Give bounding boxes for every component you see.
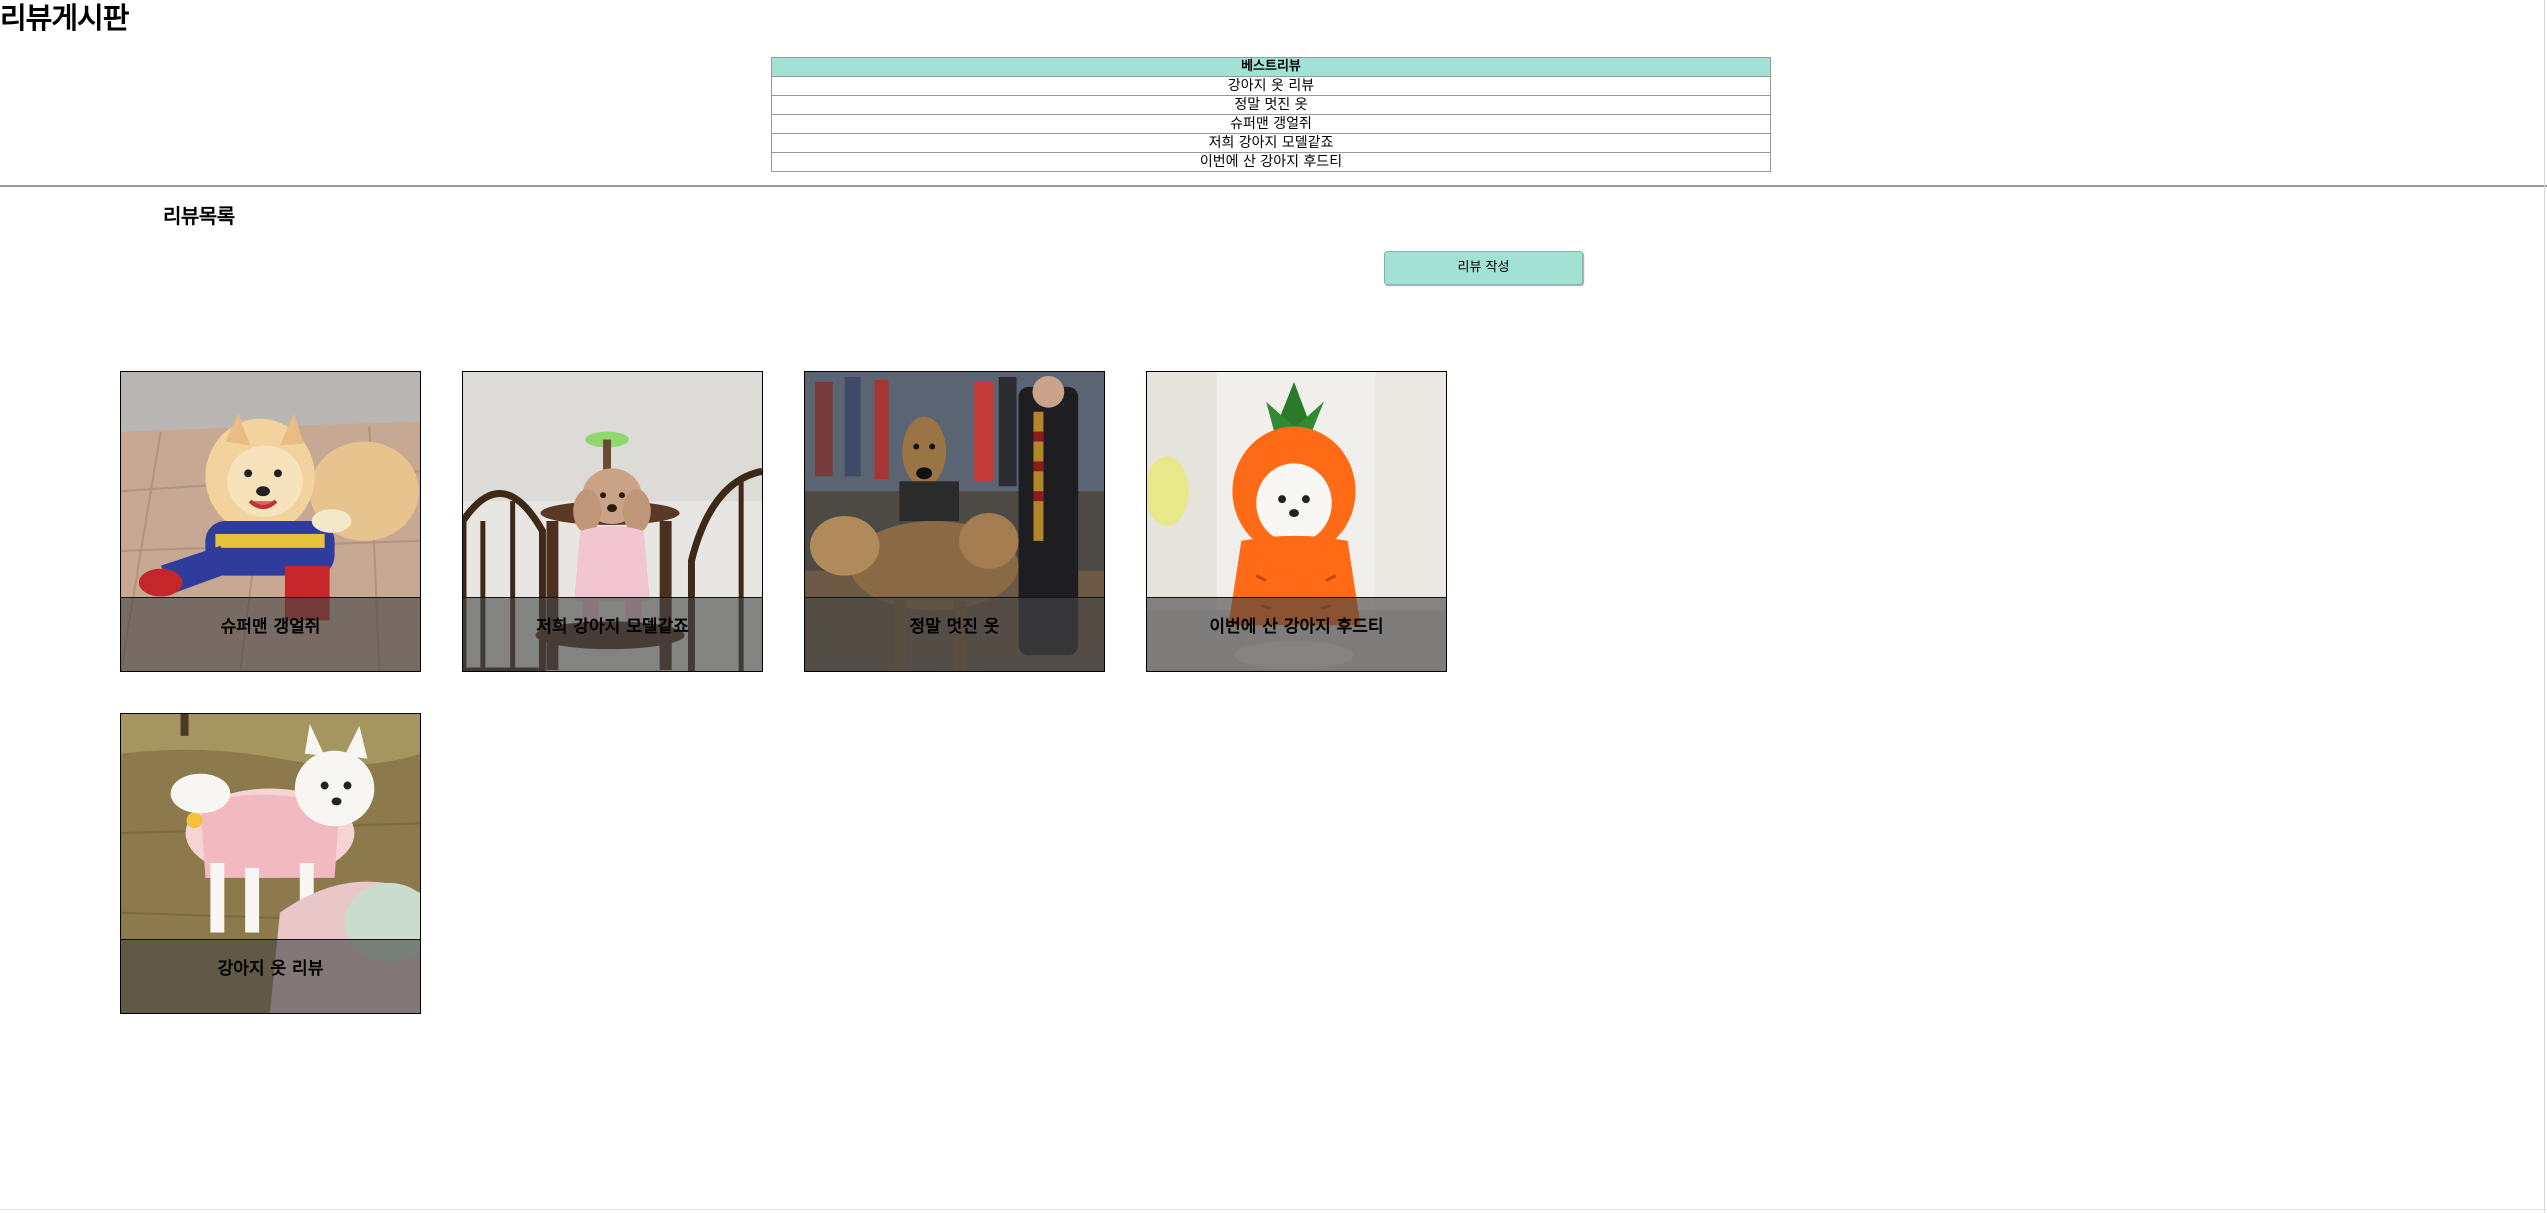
best-reviews-table: 베스트리뷰 강아지 옷 리뷰 정말 멋진 옷 슈퍼맨 갱얼쥐 저희 강아지 모델… <box>771 57 1771 172</box>
window-bottom-edge <box>0 1209 2547 1210</box>
best-review-item[interactable]: 저희 강아지 모델같죠 <box>771 133 1771 153</box>
best-review-item[interactable]: 강아지 옷 리뷰 <box>771 76 1771 96</box>
card-caption: 이번에 산 강아지 후드티 <box>1147 597 1446 671</box>
card-caption: 정말 멋진 옷 <box>805 597 1104 671</box>
review-card-hoodie[interactable]: 이번에 산 강아지 후드티 <box>1146 371 1447 672</box>
card-caption: 슈퍼맨 갱얼쥐 <box>121 597 420 671</box>
review-card-dog-clothes[interactable]: 강아지 옷 리뷰 <box>120 713 421 1014</box>
write-review-button[interactable]: 리뷰 작성 <box>1384 251 1583 285</box>
best-review-item[interactable]: 슈퍼맨 갱얼쥐 <box>771 114 1771 134</box>
review-card-cool-outfit[interactable]: 정말 멋진 옷 <box>804 371 1105 672</box>
review-card-model-dog[interactable]: 저희 강아지 모델같죠 <box>462 371 763 672</box>
section-divider <box>0 185 2547 187</box>
card-caption: 저희 강아지 모델같죠 <box>463 597 762 671</box>
best-reviews-heading: 베스트리뷰 <box>771 57 1771 77</box>
card-caption: 강아지 옷 리뷰 <box>121 939 420 1013</box>
best-review-item[interactable]: 이번에 산 강아지 후드티 <box>771 152 1771 172</box>
review-card-superman[interactable]: 슈퍼맨 갱얼쥐 <box>120 371 421 672</box>
window-edge <box>2544 0 2545 1213</box>
review-list-title: 리뷰목록 <box>163 204 235 228</box>
best-review-item[interactable]: 정말 멋진 옷 <box>771 95 1771 115</box>
page-title: 리뷰게시판 <box>0 1 129 35</box>
